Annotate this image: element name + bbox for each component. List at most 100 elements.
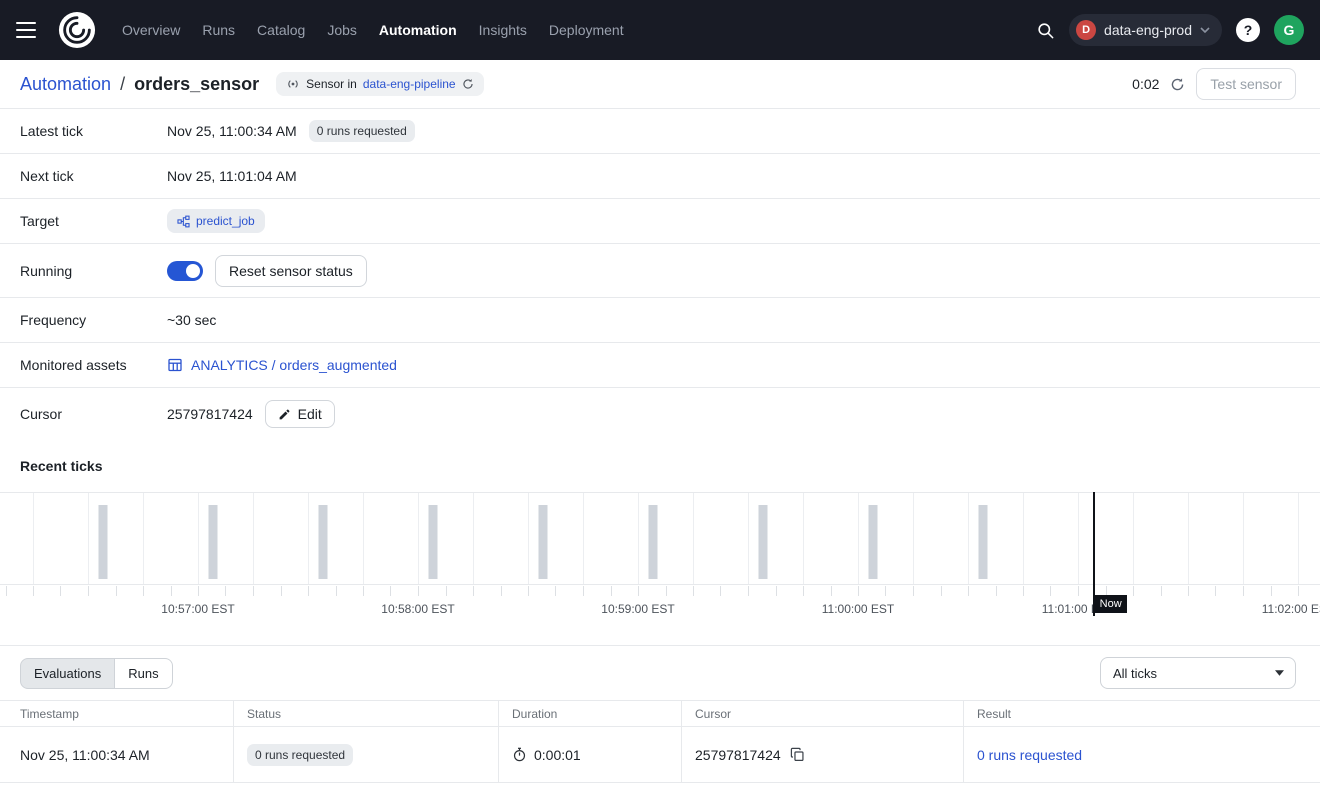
grid-line (968, 493, 969, 584)
ticks-timeline-chart: 10:57:00 EST10:58:00 EST10:59:00 EST11:0… (0, 492, 1320, 622)
nav-item-insights[interactable]: Insights (479, 22, 527, 38)
reset-sensor-status-button[interactable]: Reset sensor status (215, 255, 367, 287)
grid-line (913, 493, 914, 584)
ruler-tick (33, 586, 34, 596)
caret-down-icon (1275, 670, 1284, 676)
nav-menu: Overview Runs Catalog Jobs Automation In… (122, 22, 624, 38)
tick-bar[interactable] (978, 505, 987, 579)
grid-line (253, 493, 254, 584)
cell-timestamp: Nov 25, 11:00:34 AM (0, 727, 233, 782)
axis-label: 10:57:00 EST (161, 602, 234, 616)
ruler-tick (611, 586, 612, 596)
tick-bar[interactable] (758, 505, 767, 579)
detail-row-frequency: Frequency ~30 sec (0, 298, 1320, 343)
tick-bar[interactable] (538, 505, 547, 579)
search-icon[interactable] (1036, 21, 1055, 40)
dagster-logo[interactable] (58, 11, 96, 49)
nav-item-runs[interactable]: Runs (202, 22, 235, 38)
tab-evaluations[interactable]: Evaluations (20, 658, 115, 689)
pencil-icon (278, 408, 291, 421)
deployment-switcher[interactable]: D data-eng-prod (1069, 14, 1222, 46)
ruler-tick (501, 586, 502, 596)
column-header-cursor: Cursor (681, 701, 963, 726)
swap-icon[interactable] (462, 78, 474, 90)
grid-line (748, 493, 749, 584)
copy-icon[interactable] (790, 747, 805, 762)
detail-label: Monitored assets (20, 357, 167, 373)
tick-bar[interactable] (428, 505, 437, 579)
ruler-tick (583, 586, 584, 596)
grid-line (418, 493, 419, 584)
detail-row-running: Running Reset sensor status (0, 244, 1320, 298)
result-link[interactable]: 0 runs requested (977, 747, 1082, 763)
tab-runs[interactable]: Runs (115, 658, 172, 689)
ruler-tick (996, 586, 997, 596)
nav-item-jobs[interactable]: Jobs (327, 22, 357, 38)
breadcrumb-automation-link[interactable]: Automation (20, 74, 111, 95)
nav-right: D data-eng-prod ? G (1036, 14, 1304, 46)
tick-bar[interactable] (208, 505, 217, 579)
detail-row-target: Target predict_job (0, 199, 1320, 244)
sensor-icon (286, 77, 300, 91)
column-header-status: Status (233, 701, 498, 726)
target-job-link[interactable]: predict_job (167, 209, 265, 233)
grid-line (528, 493, 529, 584)
refresh-icon[interactable] (1170, 77, 1185, 92)
ruler-tick (308, 586, 309, 596)
ruler-tick (418, 586, 419, 596)
page-title: orders_sensor (134, 74, 259, 95)
ruler-tick (253, 586, 254, 596)
column-header-timestamp: Timestamp (0, 701, 233, 726)
axis-label: 11:00:00 EST (822, 602, 895, 616)
ruler-tick (638, 586, 639, 596)
detail-label: Frequency (20, 312, 167, 328)
nav-item-catalog[interactable]: Catalog (257, 22, 305, 38)
deployment-initial-badge: D (1076, 20, 1096, 40)
nav-item-deployment[interactable]: Deployment (549, 22, 624, 38)
running-toggle[interactable] (167, 261, 203, 281)
cursor-cell-value: 25797817424 (695, 747, 781, 763)
ruler-tick (803, 586, 804, 596)
menu-icon[interactable] (16, 15, 46, 45)
ruler-tick (858, 586, 859, 596)
monitored-asset-link[interactable]: ANALYTICS / orders_augmented (167, 357, 397, 373)
ruler-tick (1271, 586, 1272, 596)
tick-bar[interactable] (648, 505, 657, 579)
help-icon[interactable]: ? (1236, 18, 1260, 42)
asset-table-icon (167, 357, 183, 373)
countdown-timer: 0:02 (1132, 76, 1159, 92)
tick-bar[interactable] (318, 505, 327, 579)
tick-filter-select[interactable]: All ticks (1100, 657, 1296, 689)
ruler-tick (363, 586, 364, 596)
ruler-tick (748, 586, 749, 596)
detail-label: Target (20, 213, 167, 229)
tick-bar[interactable] (98, 505, 107, 579)
evaluations-table: Timestamp Status Duration Cursor Result … (0, 700, 1320, 783)
ruler-tick (1133, 586, 1134, 596)
ruler-tick (171, 586, 172, 596)
now-badge: Now (1095, 595, 1127, 613)
ruler-tick (885, 586, 886, 596)
ruler-tick (968, 586, 969, 596)
nav-item-overview[interactable]: Overview (122, 22, 180, 38)
detail-label: Running (20, 263, 167, 279)
grid-line (858, 493, 859, 584)
sensor-context-badge: Sensor in data-eng-pipeline (276, 72, 483, 96)
ruler-tick (6, 586, 7, 596)
ruler-tick (88, 586, 89, 596)
cursor-value: 25797817424 (167, 406, 253, 422)
page-header: Automation / orders_sensor Sensor in dat… (0, 60, 1320, 109)
tick-bar[interactable] (868, 505, 877, 579)
detail-row-monitored-assets: Monitored assets ANALYTICS / orders_augm… (0, 343, 1320, 388)
cell-cursor: 25797817424 (681, 727, 963, 782)
ruler-tick (336, 586, 337, 596)
axis-label: 11:02:00 EST (1262, 602, 1320, 616)
avatar[interactable]: G (1274, 15, 1304, 45)
grid-line (33, 493, 34, 584)
edit-cursor-button[interactable]: Edit (265, 400, 335, 428)
status-badge: 0 runs requested (247, 744, 353, 766)
nav-item-automation[interactable]: Automation (379, 22, 457, 38)
pipeline-link[interactable]: data-eng-pipeline (363, 77, 456, 91)
test-sensor-button[interactable]: Test sensor (1196, 68, 1296, 100)
chevron-down-icon (1200, 27, 1210, 33)
